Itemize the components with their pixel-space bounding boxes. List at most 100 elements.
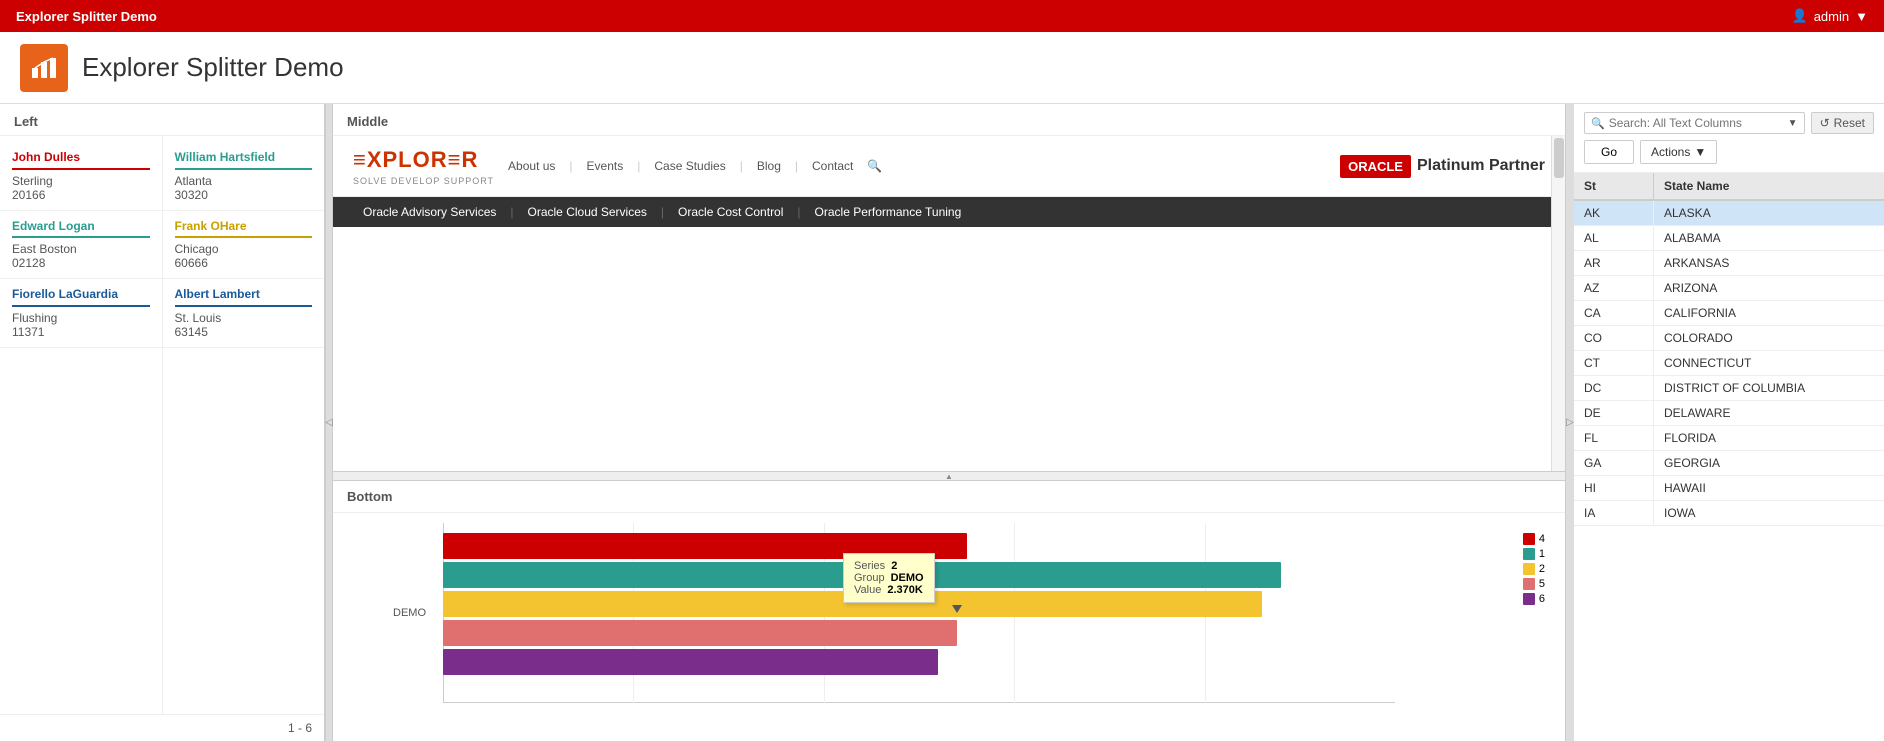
table-row[interactable]: FLFLORIDA: [1574, 426, 1884, 451]
col-header-st[interactable]: St: [1574, 173, 1654, 199]
app-icon: [20, 44, 68, 92]
oracle-badge: ORACLE Platinum Partner: [1340, 155, 1545, 178]
person-city: Sterling: [12, 174, 150, 188]
user-dropdown-icon[interactable]: ▼: [1855, 9, 1868, 24]
table-cell-st: DE: [1574, 401, 1654, 425]
person-name: Albert Lambert: [175, 287, 313, 307]
legend-dot: [1523, 548, 1535, 560]
legend-label: 5: [1539, 578, 1545, 590]
person-city: East Boston: [12, 242, 150, 256]
nav-contact[interactable]: Contact: [812, 159, 853, 173]
table-cell-state-name: GEORGIA: [1654, 451, 1884, 475]
app-header-title: Explorer Splitter Demo: [82, 52, 344, 83]
reset-button[interactable]: ↺ Reset: [1811, 112, 1874, 134]
table-cell-st: CT: [1574, 351, 1654, 375]
person-card[interactable]: Frank OHareChicago60666: [163, 211, 325, 280]
table-cell-state-name: IOWA: [1654, 501, 1884, 525]
nav-blog[interactable]: Blog: [757, 159, 781, 173]
bottom-panel-header: Bottom: [333, 481, 1565, 513]
menu-item-3[interactable]: Oracle Performance Tuning: [801, 197, 976, 227]
menu-item-1[interactable]: Oracle Cloud Services: [514, 197, 661, 227]
table-row[interactable]: DEDELAWARE: [1574, 401, 1884, 426]
legend-label: 6: [1539, 593, 1545, 605]
right-splitter[interactable]: ▷: [1566, 104, 1574, 741]
table-cell-state-name: ALABAMA: [1654, 226, 1884, 250]
tooltip-value: 2.370K: [887, 584, 922, 596]
explorer-logo-block: ≡XPLOR≡R SOLVE DEVELOP SUPPORT: [353, 146, 494, 186]
right-table: St State Name AKALASKAALALABAMAARARKANSA…: [1574, 173, 1884, 741]
person-card[interactable]: William HartsfieldAtlanta30320: [163, 142, 325, 211]
explorer-content: ≡XPLOR≡R SOLVE DEVELOP SUPPORT About us …: [333, 136, 1565, 471]
nav-events[interactable]: Events: [587, 159, 624, 173]
table-row[interactable]: AZARIZONA: [1574, 276, 1884, 301]
user-info: 👤 admin ▼: [1792, 8, 1868, 24]
person-zip: 20166: [12, 188, 150, 202]
nav-about[interactable]: About us: [508, 159, 555, 173]
table-row[interactable]: CTCONNECTICUT: [1574, 351, 1884, 376]
username: admin: [1814, 9, 1849, 24]
legend-label: 4: [1539, 533, 1545, 545]
chart-group-label: DEMO: [393, 607, 426, 619]
table-row[interactable]: IAIOWA: [1574, 501, 1884, 526]
table-cell-st: GA: [1574, 451, 1654, 475]
person-card[interactable]: Edward LoganEast Boston02128: [0, 211, 162, 280]
left-content: John DullesSterling20166 Edward Logan East…: [0, 136, 324, 714]
table-row[interactable]: AKALASKA: [1574, 201, 1884, 226]
person-zip: 60666: [175, 256, 313, 270]
person-card[interactable]: Albert LambertSt. Louis63145: [163, 279, 325, 348]
person-card[interactable]: Fiorello LaGuardiaFlushing11371: [0, 279, 162, 348]
scroll-indicator[interactable]: [1551, 136, 1565, 471]
table-row[interactable]: GAGEORGIA: [1574, 451, 1884, 476]
left-col-2: William HartsfieldAtlanta30320Frank OHar…: [163, 136, 325, 714]
middle-panel: Middle ≡XPLOR≡R SOLVE DEVELOP SUPPORT Ab…: [333, 104, 1566, 741]
scroll-thumb[interactable]: [1554, 138, 1564, 178]
legend-dot: [1523, 578, 1535, 590]
nav-case-studies[interactable]: Case Studies: [654, 159, 725, 173]
col-header-state-name[interactable]: State Name: [1654, 173, 1884, 199]
person-card[interactable]: John DullesSterling20166: [0, 142, 162, 211]
menu-item-2[interactable]: Oracle Cost Control: [664, 197, 797, 227]
table-cell-st: CA: [1574, 301, 1654, 325]
explorer-nav: ≡XPLOR≡R SOLVE DEVELOP SUPPORT About us …: [333, 136, 1565, 197]
top-bar: Explorer Splitter Demo 👤 admin ▼: [0, 0, 1884, 32]
person-zip: 11371: [12, 325, 150, 339]
legend-item: 4: [1523, 533, 1545, 545]
middle-splitter-h[interactable]: [333, 471, 1565, 481]
actions-button[interactable]: Actions ▼: [1640, 140, 1717, 164]
reset-icon: ↺: [1820, 116, 1830, 130]
go-button[interactable]: Go: [1584, 140, 1634, 164]
explorer-nav-links: About us | Events | Case Studies | Blog …: [508, 159, 882, 173]
table-row[interactable]: CACALIFORNIA: [1574, 301, 1884, 326]
oracle-logo: ORACLE: [1340, 155, 1411, 178]
search-icon: 🔍: [1591, 117, 1605, 130]
chart-area: DEMO Series 2: [333, 513, 1565, 733]
table-cell-state-name: DELAWARE: [1654, 401, 1884, 425]
search-nav-icon[interactable]: 🔍: [867, 159, 882, 173]
left-panel-header: Left: [0, 104, 324, 136]
search-dropdown-icon[interactable]: ▼: [1788, 118, 1798, 129]
legend-item: 5: [1523, 578, 1545, 590]
right-toolbar: 🔍 ▼ ↺ Reset Go Actions ▼: [1574, 104, 1884, 173]
table-row[interactable]: ARARKANSAS: [1574, 251, 1884, 276]
table-cell-state-name: HAWAII: [1654, 476, 1884, 500]
table-row[interactable]: COCOLORADO: [1574, 326, 1884, 351]
legend-dot: [1523, 593, 1535, 605]
left-splitter[interactable]: [325, 104, 333, 741]
person-city: Atlanta: [175, 174, 313, 188]
table-row[interactable]: ALALABAMA: [1574, 226, 1884, 251]
table-row[interactable]: HIHAWAII: [1574, 476, 1884, 501]
actions-dropdown-icon: ▼: [1694, 145, 1706, 159]
chart-bar-5: [443, 620, 957, 646]
menu-item-0[interactable]: Oracle Advisory Services: [349, 197, 510, 227]
person-name: Edward Logan: [12, 219, 150, 239]
explorer-tagline: SOLVE DEVELOP SUPPORT: [353, 176, 494, 186]
table-cell-st: DC: [1574, 376, 1654, 400]
table-cell-st: CO: [1574, 326, 1654, 350]
table-row[interactable]: DCDISTRICT OF COLUMBIA: [1574, 376, 1884, 401]
table-cell-state-name: FLORIDA: [1654, 426, 1884, 450]
search-input[interactable]: [1609, 116, 1788, 130]
middle-top: ≡XPLOR≡R SOLVE DEVELOP SUPPORT About us …: [333, 136, 1565, 471]
table-cell-st: AL: [1574, 226, 1654, 250]
tooltip-group: DEMO: [891, 572, 924, 584]
oracle-partner-label: Platinum Partner: [1417, 157, 1545, 175]
